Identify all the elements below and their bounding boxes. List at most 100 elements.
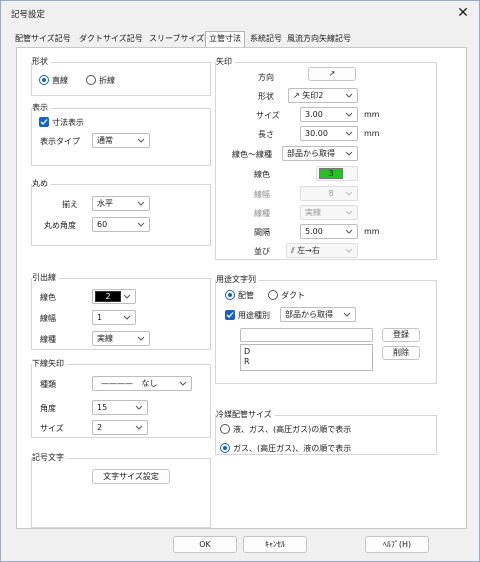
usage-type-value: 部品から取得 [285,310,333,319]
tab-airflow-arrow[interactable]: 風流方向矢線記号 [287,33,351,44]
arrow-color-combo[interactable]: 3 [316,166,358,181]
lower-arrow-size-combo[interactable]: 2 [92,420,148,435]
arrow-color-type-label: 線色～線種 [232,150,272,159]
dimension-display-checkbox[interactable] [39,117,49,127]
arrow-width-combo[interactable]: 8 [300,186,358,201]
chevron-down-icon [137,134,145,147]
arrow-shape-value: 矢印2 [302,91,324,100]
arrow-length-unit: mm [364,129,380,138]
lower-arrow-size-value: 2 [97,423,103,432]
tab-panel: 形状 直線 折線 表示 寸法表示 表示タイプ 通常 丸め 揃え 水平 丸め角度 … [16,47,467,529]
dimension-display-label: 寸法表示 [52,118,84,127]
check-icon [40,119,48,125]
close-icon[interactable]: ✕ [447,1,479,27]
tab-riser-dimension[interactable]: 立管寸法 [205,31,245,47]
arrow-type-label: 線種 [254,209,270,218]
usage-type-combo[interactable]: 部品から取得 [280,307,356,322]
arrow-size-unit: mm [364,110,380,119]
help-button[interactable]: ﾍﾙﾌﾟ(H) [365,536,429,553]
align-label: 揃え [62,200,78,209]
arrow-direction-icon: ↗ [328,69,336,78]
arrow-order-value: 左→右 [297,246,320,255]
chevron-down-icon [345,127,353,140]
symbol-text-group: 記号文字 文字サイズ設定 [31,452,211,528]
refrigerant-liquid-first-label: 液、ガス、(高圧ガス)の順で表示 [233,425,352,434]
arrow-length-combo[interactable]: 30.00 [300,126,358,141]
leader-width-value: 1 [97,313,103,322]
display-group: 表示 寸法表示 表示タイプ 通常 [31,102,211,166]
leader-group: 引出線 線色 2 線幅 1 線種 実線 [31,272,211,350]
leader-width-combo[interactable]: 1 [92,310,136,325]
lower-arrow-size-label: サイズ [40,424,64,433]
lower-arrow-angle-label: 角度 [40,404,56,413]
align-value: 水平 [97,199,113,208]
chevron-down-icon [345,225,353,238]
rounding-angle-combo[interactable]: 60 [92,217,150,232]
arrow-shape-glyph: ↗ [293,91,303,100]
refrigerant-liquid-first-radio[interactable] [220,424,230,434]
arrow-order-combo[interactable]: ⫽ 左→右 [286,243,358,258]
arrow-order-label: 並び [254,247,270,256]
usage-duct-radio[interactable] [268,290,278,300]
shape-bent-radio[interactable] [86,75,96,85]
display-type-combo[interactable]: 通常 [92,133,150,148]
chevron-down-icon [123,311,131,324]
leader-type-value: 実線 [97,334,113,343]
lower-arrow-kind-value: なし [141,379,158,388]
lower-arrow-kind-combo[interactable]: ———— なし [92,376,192,391]
lower-arrow-angle-combo[interactable]: 15 [92,400,148,415]
leader-type-combo[interactable]: 実線 [92,331,150,346]
list-item[interactable]: R [244,357,250,367]
ok-button[interactable]: OK [173,536,237,553]
leader-color-swatch: 2 [95,291,121,302]
refrigerant-gas-first-radio[interactable] [220,443,230,453]
usage-pipe-label: 配管 [238,291,254,300]
arrow-shape-combo[interactable]: ↗ 矢印2 [288,88,358,103]
leader-color-combo[interactable]: 2 [92,289,136,304]
chevron-down-icon [345,187,353,200]
shape-straight-radio[interactable] [39,75,49,85]
chevron-down-icon [345,206,353,219]
cancel-button[interactable]: ｷｬﾝｾﾙ [243,536,307,553]
usage-type-checkbox[interactable] [225,310,235,320]
lower-arrow-angle-value: 15 [97,403,108,412]
usage-text-input[interactable] [240,328,373,342]
align-combo[interactable]: 水平 [92,196,150,211]
delete-button[interactable]: 削除 [382,346,420,360]
refrigerant-gas-first-label: ガス、(高圧ガス)、液の順で表示 [233,444,352,453]
arrow-spacing-combo[interactable]: 5.00 [300,224,358,239]
shape-bent-label: 折線 [99,76,115,85]
arrow-type-combo[interactable]: 実線 [300,205,358,220]
rounding-group: 丸め 揃え 水平 丸め角度 60 [31,178,211,246]
chevron-down-icon [343,308,351,321]
title-bar: 記号設定 ✕ [1,1,479,27]
arrow-direction-button[interactable]: ↗ [308,67,356,81]
usage-group: 用途文字列 配管 ダクト 用途種別 部品から取得 登録 D R 削除 [215,274,437,384]
chevron-down-icon [123,290,131,303]
arrow-spacing-label: 間隔 [254,228,270,237]
usage-list[interactable]: D R [240,344,373,371]
display-type-value: 通常 [97,136,113,145]
lower-arrow-group-title: 下線矢印 [32,358,67,369]
arrow-color-swatch: 3 [319,168,343,179]
text-size-settings-button[interactable]: 文字サイズ設定 [92,469,170,484]
arrow-color-type-combo[interactable]: 部品から取得 [282,146,358,161]
chevron-down-icon [345,147,353,160]
tab-duct-size[interactable]: ダクトサイズ記号 [79,33,143,44]
shape-straight-label: 直線 [52,76,68,85]
chevron-down-icon [135,421,143,434]
lower-arrow-group: 下線矢印 種類 ———— なし 角度 15 サイズ 2 [31,358,211,438]
lower-arrow-kind-line: ———— [101,379,133,388]
usage-pipe-radio[interactable] [225,290,235,300]
arrow-size-combo[interactable]: 3.00 [300,107,358,122]
tab-pipe-size[interactable]: 配管サイズ記号 [15,33,71,44]
register-button[interactable]: 登録 [382,328,420,342]
list-item[interactable]: D [244,347,250,357]
check-icon [226,312,234,318]
usage-type-label: 用途種別 [238,311,270,320]
tab-system-symbol[interactable]: 系統記号 [250,33,282,44]
leader-group-title: 引出線 [32,272,59,283]
arrow-shape-label: 形状 [258,92,274,101]
arrow-size-label: サイズ [256,111,280,120]
rounding-angle-value: 60 [97,220,108,229]
